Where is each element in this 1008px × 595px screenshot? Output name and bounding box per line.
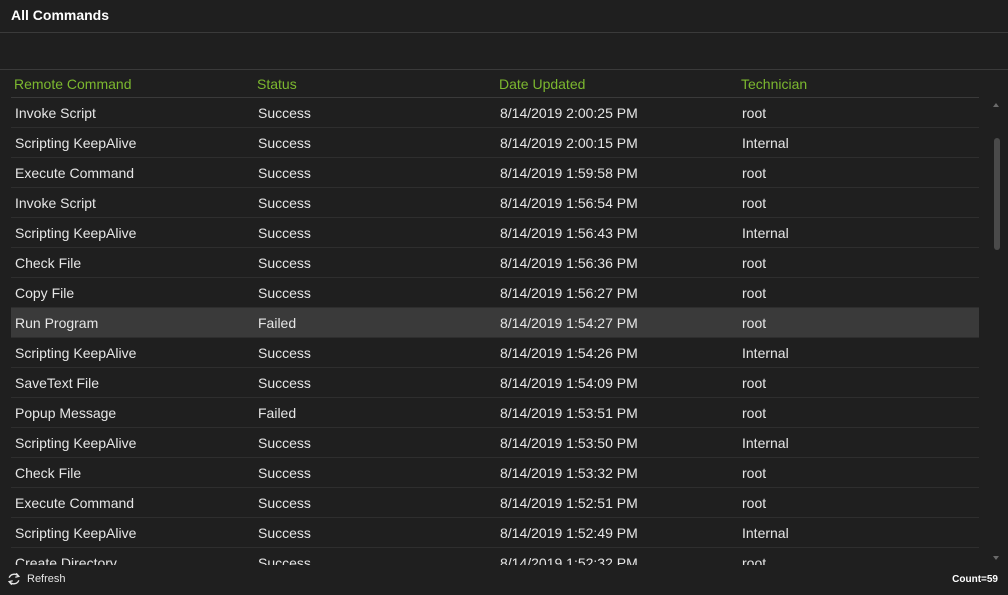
table-row[interactable]: Create Directory Success 8/14/2019 1:52:32… — [11, 548, 979, 566]
cell-status: Success — [258, 164, 311, 181]
cell-command: Scripting KeepAlive — [15, 434, 137, 451]
filter-strip — [0, 33, 1008, 70]
column-header-date-updated[interactable]: Date Updated — [496, 76, 738, 92]
scroll-down-icon[interactable] — [993, 556, 999, 560]
table-row[interactable]: Scripting KeepAlive Success 8/14/2019 1:54… — [11, 338, 979, 368]
cell-technician: root — [742, 314, 767, 331]
cell-technician: root — [742, 284, 767, 301]
table-row[interactable]: SaveText File Success 8/14/2019 1:54:09 PM… — [11, 368, 979, 398]
cell-status: Success — [258, 494, 311, 511]
cell-technician: Internal — [742, 134, 789, 151]
cell-command: Execute Command — [15, 164, 135, 181]
cell-command: Scripting KeepAlive — [15, 344, 137, 361]
table-row[interactable]: Run Program Failed 8/14/2019 1:54:27 PM roo… — [11, 308, 979, 338]
cell-status: Failed — [258, 314, 297, 331]
cell-status: Success — [258, 254, 311, 271]
cell-date: 8/14/2019 2:00:25 PM — [500, 104, 638, 121]
cell-date: 8/14/2019 1:53:50 PM — [500, 434, 638, 451]
title-bar: All Commands — [0, 0, 1008, 33]
cell-technician: root — [742, 494, 767, 511]
cell-command: SaveText File — [15, 374, 100, 391]
cell-technician: root — [742, 164, 767, 181]
cell-date: 8/14/2019 1:54:09 PM — [500, 374, 638, 391]
table-row[interactable]: Scripting KeepAlive Success 8/14/2019 2:00… — [11, 128, 979, 158]
cell-date: 8/14/2019 1:52:51 PM — [500, 494, 638, 511]
column-header-remote-command[interactable]: Remote Command — [11, 76, 254, 92]
cell-technician: Internal — [742, 224, 789, 241]
cell-command: Invoke Script — [15, 194, 96, 211]
cell-command: Execute Command — [15, 494, 135, 511]
cell-technician: Internal — [742, 434, 789, 451]
cell-command: Popup Message — [15, 404, 117, 421]
cell-date: 8/14/2019 1:52:49 PM — [500, 524, 638, 541]
footer-bar: Refresh Count=59 — [0, 566, 1008, 595]
cell-technician: root — [742, 374, 767, 391]
table-row[interactable]: Invoke Script Success 8/14/2019 2:00:25 PM… — [11, 98, 979, 128]
cell-technician: Internal — [742, 344, 789, 361]
cell-status: Success — [258, 464, 311, 481]
cell-command: Invoke Script — [15, 104, 96, 121]
cell-date: 8/14/2019 1:56:54 PM — [500, 194, 638, 211]
cell-command: Scripting KeepAlive — [15, 134, 137, 151]
table-row[interactable]: Popup Message Failed 8/14/2019 1:53:51 PM r… — [11, 398, 979, 428]
cell-command: Scripting KeepAlive — [15, 224, 137, 241]
refresh-label: Refresh — [27, 573, 66, 585]
cell-technician: root — [742, 254, 767, 271]
cell-date: 8/14/2019 1:56:43 PM — [500, 224, 638, 241]
vertical-scrollbar[interactable] — [988, 98, 1006, 565]
cell-status: Failed — [258, 404, 297, 421]
table-row[interactable]: Execute Command Success 8/14/2019 1:59:58 … — [11, 158, 979, 188]
cell-command: Check File — [15, 254, 82, 271]
commands-table: Remote Command Status Date Updated Techn… — [11, 70, 979, 565]
cell-date: 8/14/2019 1:56:27 PM — [500, 284, 638, 301]
refresh-icon — [7, 572, 21, 586]
cell-command: Copy File — [15, 284, 75, 301]
cell-status: Success — [258, 374, 311, 391]
cell-technician: root — [742, 104, 767, 121]
cell-status: Success — [258, 194, 311, 211]
cell-command: Check File — [15, 464, 82, 481]
cell-date: 8/14/2019 1:54:27 PM — [500, 314, 638, 331]
scroll-up-icon[interactable] — [993, 103, 999, 107]
cell-technician: root — [742, 194, 767, 211]
table-row[interactable]: Execute Command Success 8/14/2019 1:52:51 … — [11, 488, 979, 518]
cell-status: Success — [258, 104, 311, 121]
cell-command: Run Program — [15, 314, 99, 331]
cell-status: Success — [258, 434, 311, 451]
window-title: All Commands — [11, 7, 110, 23]
cell-status: Success — [258, 134, 311, 151]
cell-date: 8/14/2019 1:56:36 PM — [500, 254, 638, 271]
table-row[interactable]: Scripting KeepAlive Success 8/14/2019 1:56… — [11, 218, 979, 248]
cell-date: 8/14/2019 1:52:32 PM — [500, 554, 638, 566]
table-header: Remote Command Status Date Updated Techn… — [11, 70, 979, 98]
cell-technician: root — [742, 554, 767, 566]
table-row[interactable]: Copy File Success 8/14/2019 1:56:27 PM root — [11, 278, 979, 308]
cell-command: Scripting KeepAlive — [15, 524, 137, 541]
table-row[interactable]: Check File Success 8/14/2019 1:53:32 PM roo… — [11, 458, 979, 488]
refresh-button[interactable]: Refresh — [7, 572, 66, 586]
column-header-technician[interactable]: Technician — [738, 76, 979, 92]
cell-date: 8/14/2019 1:53:32 PM — [500, 464, 638, 481]
cell-date: 8/14/2019 1:59:58 PM — [500, 164, 638, 181]
cell-date: 8/14/2019 1:53:51 PM — [500, 404, 638, 421]
cell-status: Success — [258, 554, 311, 566]
column-header-status[interactable]: Status — [254, 76, 496, 92]
cell-technician: Internal — [742, 524, 789, 541]
cell-status: Success — [258, 524, 311, 541]
cell-status: Success — [258, 284, 311, 301]
cell-command: Create Directory — [15, 554, 117, 566]
table-row[interactable]: Invoke Script Success 8/14/2019 1:56:54 PM… — [11, 188, 979, 218]
cell-status: Success — [258, 224, 311, 241]
row-count: Count=59 — [952, 574, 998, 585]
table-body: Invoke Script Success 8/14/2019 2:00:25 PM… — [11, 98, 979, 565]
cell-technician: root — [742, 404, 767, 421]
cell-technician: root — [742, 464, 767, 481]
table-row[interactable]: Check File Success 8/14/2019 1:56:36 PM roo… — [11, 248, 979, 278]
cell-date: 8/14/2019 2:00:15 PM — [500, 134, 638, 151]
table-row[interactable]: Scripting KeepAlive Success 8/14/2019 1:52… — [11, 518, 979, 548]
table-row[interactable]: Scripting KeepAlive Success 8/14/2019 1:53… — [11, 428, 979, 458]
cell-status: Success — [258, 344, 311, 361]
cell-date: 8/14/2019 1:54:26 PM — [500, 344, 638, 361]
scroll-thumb[interactable] — [994, 138, 1000, 250]
